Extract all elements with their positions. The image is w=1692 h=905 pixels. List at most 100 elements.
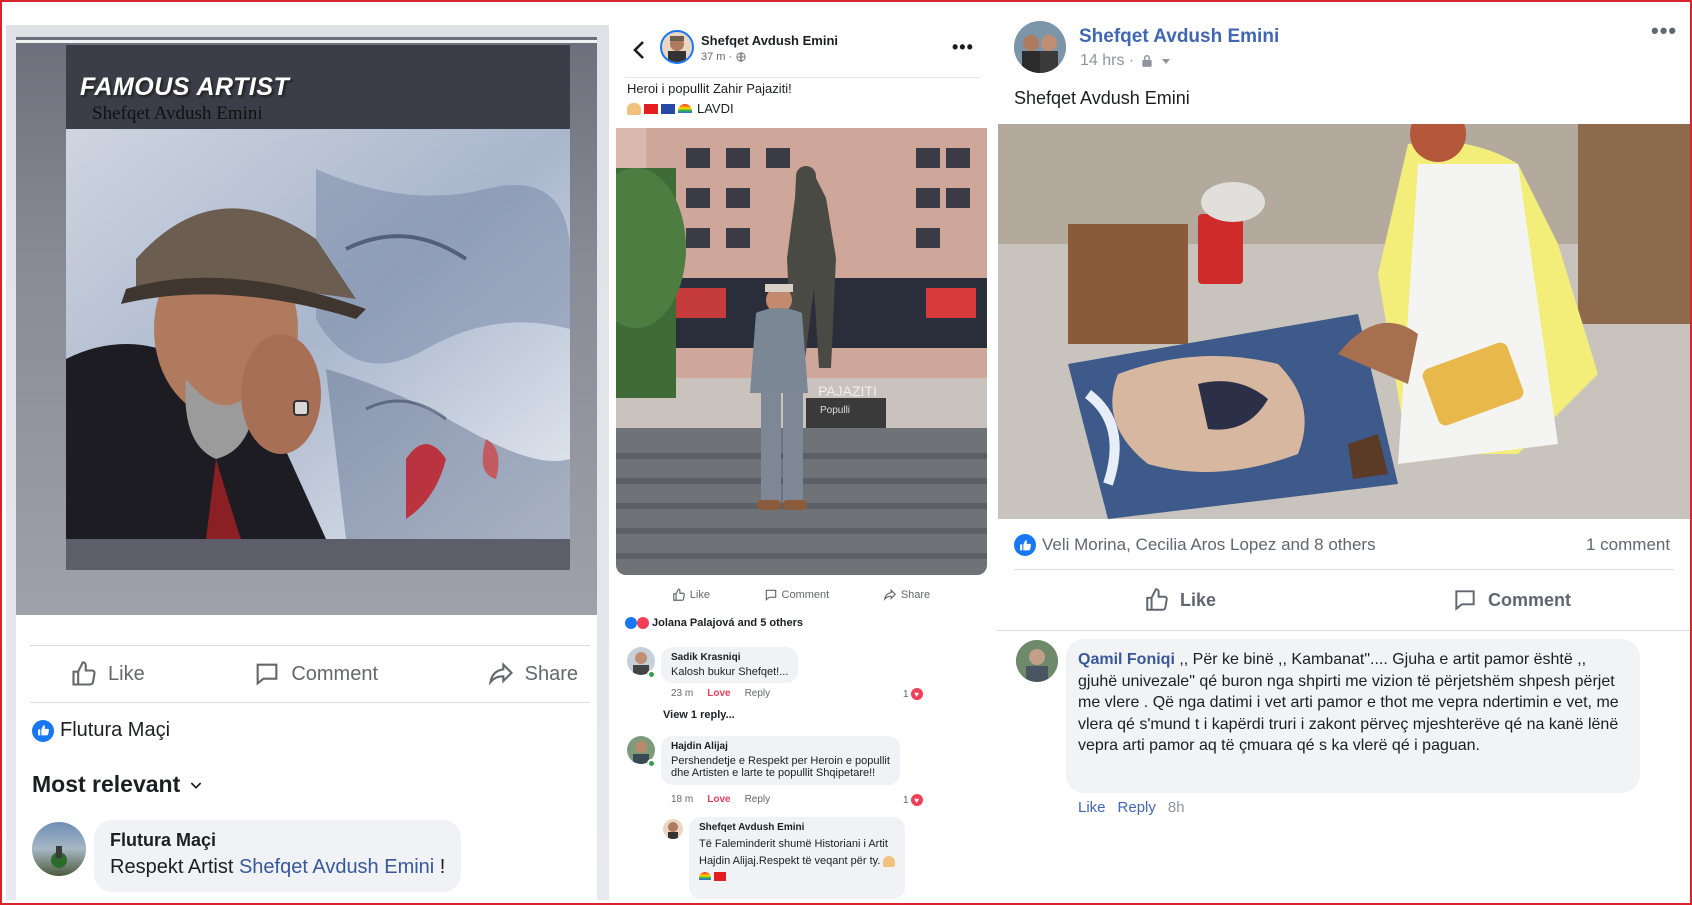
reactions-summary[interactable]: Flutura Maçi (32, 719, 170, 742)
comment-reaction-count[interactable]: 1 ♥ (903, 688, 923, 700)
post-meta: 14 hrs · (1080, 52, 1172, 70)
author-name[interactable]: Shefqet Avdush Emini (1079, 26, 1279, 48)
share-label: Share (524, 662, 578, 685)
author-avatar[interactable] (1014, 21, 1066, 73)
lavdi-text: LAVDI (697, 101, 734, 116)
comment-time[interactable]: 23 m (671, 688, 693, 699)
back-arrow-icon[interactable] (631, 39, 647, 61)
artist-portrait-card: FAMOUS ARTIST Shefqet Avdush Emini (66, 45, 570, 570)
rainbow-icon (699, 872, 711, 880)
reply-link[interactable]: Reply (745, 688, 771, 699)
comment-time[interactable]: 8h (1168, 799, 1185, 816)
reply-link[interactable]: Reply (745, 794, 771, 805)
header-divider (625, 77, 980, 78)
post-action-bar: Like Comment Share (30, 645, 590, 703)
share-button[interactable]: Share (883, 588, 930, 602)
love-link[interactable]: Love (707, 794, 730, 805)
comment-author[interactable]: Flutura Maçi (110, 830, 445, 851)
like-reaction-icon (32, 719, 54, 742)
statue-photo[interactable]: PAJAZITI Populli (616, 128, 987, 575)
praying-hands-icon (883, 856, 896, 867)
chevron-down-icon (191, 781, 202, 789)
overlay-subtitle: Shefqet Avdush Emini (92, 103, 263, 124)
comment-mention-link[interactable]: Shefqet Avdush Emini (239, 856, 434, 878)
post-photo[interactable]: FAMOUS ARTIST Shefqet Avdush Emini (16, 37, 597, 615)
author-name[interactable]: Shefqet Avdush Emini (701, 33, 838, 48)
post-time[interactable]: 14 hrs · (1080, 52, 1134, 70)
comment-meta: Like Reply 8h (1078, 799, 1185, 816)
reply-text-line1: Të Faleminderit shumë Historiani i Artit (699, 838, 888, 850)
plaque-subtext: Populli (820, 405, 850, 416)
author-avatar[interactable] (660, 30, 694, 64)
share-arrow-icon (883, 588, 896, 602)
comment-author[interactable]: Qamil Foniqi (1078, 651, 1175, 668)
plaque-text: PAJAZITI (818, 383, 877, 399)
comment-bubble: Qamil Foniqi ,, Për ke binë ,, Kambanat"… (1066, 639, 1640, 793)
comment-author[interactable]: Shefqet Avdush Emini (699, 822, 895, 833)
like-reaction-icon (1014, 534, 1036, 556)
reactions-summary[interactable]: Veli Morina, Cecilia Aros Lopez and 8 ot… (1014, 534, 1376, 556)
comment-text-line1: Pershendetje e Respekt per Heroin e popu… (671, 755, 890, 767)
post-time[interactable]: 37 m · (701, 51, 732, 63)
heart-icon: ♥ (910, 794, 923, 806)
more-options-icon[interactable]: ••• (1651, 18, 1677, 44)
post-action-bar: Like Comment Share (615, 581, 987, 609)
like-label: Like (108, 662, 145, 685)
rainbow-icon (678, 104, 692, 113)
avatar[interactable] (663, 819, 683, 839)
share-arrow-icon (488, 662, 513, 686)
post-action-bar: Like Comment (996, 573, 1690, 629)
painting-photo[interactable] (998, 124, 1690, 519)
comment-author[interactable]: Hajdin Alijaj (671, 741, 890, 752)
thumbs-up-icon (672, 588, 685, 601)
avatar[interactable] (1016, 640, 1058, 682)
like-label: Like (1180, 589, 1217, 610)
view-replies-link[interactable]: View 1 reply... (663, 709, 735, 721)
comment-button[interactable]: Comment (764, 588, 829, 602)
comment-text: Respekt Artist Shefqet Avdush Emini ! (110, 856, 445, 879)
comment-time[interactable]: 18 m (671, 794, 693, 805)
post-meta: 37 m · (701, 51, 746, 63)
comment-author[interactable]: Sadik Krasniqi (671, 652, 788, 663)
comment-bubble-icon (1455, 590, 1475, 611)
comment-like-link[interactable]: Like (1078, 799, 1106, 816)
comment-meta: 23 m Love Reply (671, 688, 770, 699)
reaction-count: 1 (903, 794, 909, 806)
avatar[interactable] (32, 822, 86, 876)
actions-divider (996, 630, 1690, 631)
love-reaction-icon (637, 617, 649, 629)
comment-button[interactable]: Comment (253, 660, 378, 688)
praying-hands-icon (627, 102, 641, 115)
comment-item: Hajdin Alijaj Pershendetje e Respekt per… (627, 736, 900, 785)
comment-text-line2: dhe Artisten e larte te popullit Shqipet… (671, 767, 876, 779)
overlay-title: FAMOUS ARTIST (80, 73, 290, 101)
post-text-line1: Heroi i popullit Zahir Pajaziti! (627, 81, 792, 96)
post-panel-1: FAMOUS ARTIST Shefqet Avdush Emini Like … (6, 25, 609, 900)
post-panel-3: Shefqet Avdush Emini 14 hrs · ••• Shefqe… (996, 4, 1690, 819)
more-options-icon[interactable]: ••• (952, 37, 974, 58)
comment-sort-dropdown[interactable]: Most relevant (32, 771, 204, 798)
online-status-dot (647, 670, 656, 679)
comment-bubble: Shefqet Avdush Emini Të Faleminderit shu… (689, 817, 906, 899)
kosovo-flag-icon (661, 103, 675, 114)
love-link[interactable]: Love (707, 688, 730, 699)
comment-bubble-icon (256, 663, 278, 686)
reply-item: Shefqet Avdush Emini Të Faleminderit shu… (663, 817, 906, 899)
comment-bubble: Sadik Krasniqi Kalosh bukur Shefqet!... (661, 647, 799, 683)
comment-meta: 18 m Love Reply (671, 794, 770, 805)
reactions-summary[interactable]: Jolana Palajová and 5 others (625, 617, 803, 629)
like-button[interactable]: Like (1144, 587, 1216, 613)
reactions-divider (1014, 569, 1674, 570)
like-button[interactable]: Like (672, 588, 710, 602)
comment-label: Comment (1488, 589, 1572, 610)
reaction-count: 1 (903, 688, 909, 700)
like-button[interactable]: Like (70, 660, 145, 688)
comment-button[interactable]: Comment (1452, 587, 1571, 613)
reactions-text: Jolana Palajová and 5 others (652, 617, 804, 629)
comment-count-link[interactable]: 1 comment (1586, 535, 1670, 555)
caret-down-icon[interactable] (1160, 55, 1172, 67)
painting-photo-image (998, 124, 1690, 519)
comment-reaction-count[interactable]: 1 ♥ (903, 794, 923, 806)
share-button[interactable]: Share (487, 660, 578, 688)
comment-reply-link[interactable]: Reply (1118, 799, 1156, 816)
